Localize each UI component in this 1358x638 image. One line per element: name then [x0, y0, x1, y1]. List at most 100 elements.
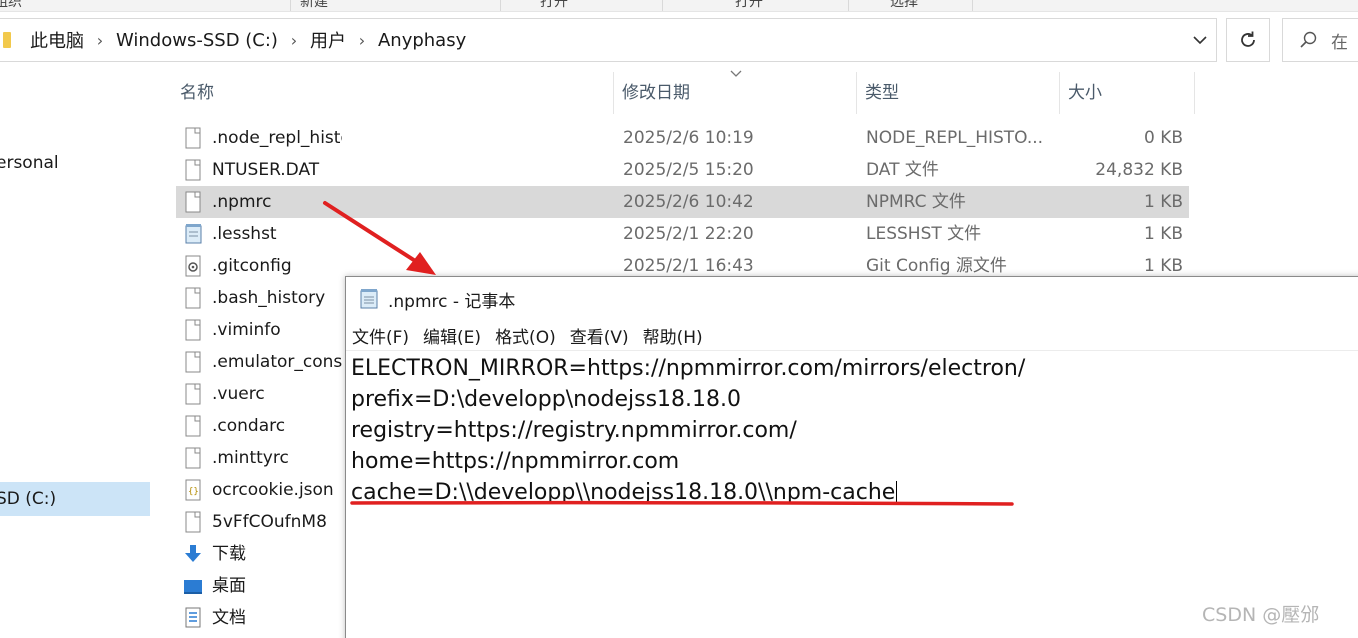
column-header-type[interactable]: 类型: [857, 72, 1060, 114]
column-header-date[interactable]: 修改日期: [614, 72, 857, 114]
search-box[interactable]: 在: [1282, 18, 1358, 62]
download-arrow-icon: [185, 545, 201, 562]
nav-item-drive-c[interactable]: SD (C:): [0, 482, 150, 516]
chevron-right-icon[interactable]: ›: [351, 31, 373, 50]
watermark: CSDN @壓邠: [1202, 604, 1320, 626]
file-name: ocrcookie.json: [212, 480, 334, 500]
ribbon-divider: [290, 0, 291, 11]
menu-format[interactable]: 格式(O): [495, 323, 556, 348]
file-modified-date: 2025/2/6 10:19: [623, 128, 754, 148]
ribbon-open-button-2[interactable]: 打开: [735, 0, 763, 11]
ribbon-open-button[interactable]: 打开: [540, 0, 568, 11]
text-line: home=https://npmmirror.com: [351, 449, 680, 474]
address-history-dropdown[interactable]: [1186, 19, 1214, 61]
file-size: 0 KB: [1143, 128, 1183, 148]
notepad-file-icon: [185, 224, 202, 244]
chevron-right-icon[interactable]: ›: [89, 31, 111, 50]
column-header-label: 名称: [180, 83, 214, 103]
file-name: .emulator_console: [212, 352, 342, 372]
ribbon-divider: [662, 0, 663, 11]
svg-text:{}: {}: [188, 487, 199, 497]
file-type: LESSHST 文件: [866, 224, 982, 244]
blank-file-icon: [185, 319, 201, 341]
text-line-cursor: cache=D:\\developp\\nodejss18.18.0\\npm-…: [351, 477, 1351, 508]
blank-file-icon: [185, 287, 201, 309]
breadcrumb-current-folder[interactable]: Anyphasy: [373, 30, 471, 51]
file-name: .bash_history: [212, 288, 326, 308]
text-line: prefix=D:\developp\nodejss18.18.0: [351, 387, 742, 412]
nav-item-label: ersonal: [0, 153, 59, 173]
folder-icon: [3, 32, 11, 48]
file-row[interactable]: .node_repl_history 2025/2/6 10:19 NODE_REP…: [176, 122, 1189, 154]
file-name: .minttyrc: [212, 448, 289, 468]
blank-file-icon: [185, 383, 201, 405]
file-type: NODE_REPL_HISTO...: [866, 128, 1044, 148]
menu-help[interactable]: 帮助(H): [643, 323, 703, 348]
text-line: registry=https://registry.npmmirror.com/: [351, 418, 797, 443]
notepad-menu-bar: 文件(F) 编辑(E) 格式(O) 查看(V) 帮助(H): [346, 321, 1358, 351]
file-name: .node_repl_history: [212, 128, 342, 148]
breadcrumb: 此电脑 › Windows-SSD (C:) › 用户 › Anyphasy: [0, 27, 471, 53]
document-icon: [185, 607, 201, 628]
notepad-title: .npmrc - 记事本: [388, 291, 516, 312]
file-name: .vuerc: [212, 384, 265, 404]
json-file-icon: {}: [185, 479, 201, 501]
breadcrumb-users[interactable]: 用户: [305, 27, 351, 53]
text-line: ELECTRON_MIRROR=https://npmmirror.com/mi…: [351, 356, 1026, 381]
breadcrumb-this-pc[interactable]: 此电脑: [25, 27, 89, 53]
blank-file-icon: [185, 415, 201, 437]
chevron-down-icon: [1193, 35, 1207, 44]
ribbon-new-button[interactable]: 新建: [300, 0, 328, 11]
nav-item-label: SD (C:): [0, 489, 57, 509]
notepad-title-bar[interactable]: .npmrc - 记事本: [346, 277, 1358, 321]
notepad-icon: [360, 289, 378, 309]
file-name: .gitconfig: [212, 256, 292, 276]
file-size: 24,832 KB: [1095, 160, 1183, 180]
notepad-window[interactable]: .npmrc - 记事本 文件(F) 编辑(E) 格式(O) 查看(V) 帮助(…: [345, 276, 1358, 638]
file-modified-date: 2025/2/6 10:42: [623, 192, 754, 212]
file-name: .viminfo: [212, 320, 281, 340]
file-name: .npmrc: [212, 192, 272, 212]
ribbon-toolbar: 组织 新建 打开 打开 选择: [0, 0, 1358, 12]
quick-access-label: 文档: [212, 608, 246, 628]
column-header-name[interactable]: 名称: [172, 72, 614, 114]
file-name: .lesshst: [212, 224, 277, 244]
breadcrumb-drive[interactable]: Windows-SSD (C:): [111, 30, 283, 51]
file-row[interactable]: .lesshst 2025/2/1 22:20 LESSHST 文件 1 KB: [176, 218, 1189, 250]
refresh-icon: [1241, 31, 1255, 47]
file-modified-date: 2025/2/5 15:20: [623, 160, 754, 180]
config-file-icon: [185, 255, 201, 277]
file-row[interactable]: .npmrc 2025/2/6 10:42 NPMRC 文件 1 KB: [176, 186, 1189, 218]
ribbon-organize-button[interactable]: 组织: [0, 0, 22, 11]
blank-file-icon: [185, 351, 201, 373]
notepad-text-area[interactable]: ELECTRON_MIRROR=https://npmmirror.com/mi…: [351, 353, 1351, 508]
refresh-button[interactable]: [1226, 18, 1270, 62]
column-header-label: 大小: [1068, 83, 1102, 103]
file-name: .condarc: [212, 416, 286, 436]
file-type: DAT 文件: [866, 160, 939, 180]
text-line: cache=D:\\developp\\nodejss18.18.0\\npm-…: [351, 480, 896, 505]
address-bar[interactable]: 此电脑 › Windows-SSD (C:) › 用户 › Anyphasy: [0, 18, 1217, 62]
column-header-size[interactable]: 大小: [1060, 72, 1195, 114]
file-size: 1 KB: [1143, 224, 1183, 244]
ribbon-select-button[interactable]: 选择: [890, 0, 918, 11]
column-header-label: 类型: [865, 83, 899, 103]
menu-view[interactable]: 查看(V): [570, 323, 629, 348]
quick-access-label: 桌面: [212, 576, 246, 596]
ribbon-divider: [500, 0, 501, 11]
column-header-label: 修改日期: [622, 83, 690, 103]
file-row[interactable]: NTUSER.DAT 2025/2/5 15:20 DAT 文件 24,832 KB: [176, 154, 1189, 186]
ribbon-divider: [972, 0, 973, 11]
blank-file-icon: [185, 127, 201, 149]
blank-file-icon: [185, 191, 201, 213]
file-type: NPMRC 文件: [866, 192, 966, 212]
search-placeholder: 在: [1331, 32, 1348, 53]
file-modified-date: 2025/2/1 22:20: [623, 224, 754, 244]
search-icon: [1300, 31, 1317, 48]
chevron-right-icon[interactable]: ›: [283, 31, 305, 50]
menu-file[interactable]: 文件(F): [352, 323, 409, 348]
text-caret: [896, 481, 898, 505]
menu-edit[interactable]: 编辑(E): [423, 323, 481, 348]
ribbon-divider: [848, 0, 849, 11]
nav-item-personal[interactable]: ersonal: [0, 146, 59, 180]
